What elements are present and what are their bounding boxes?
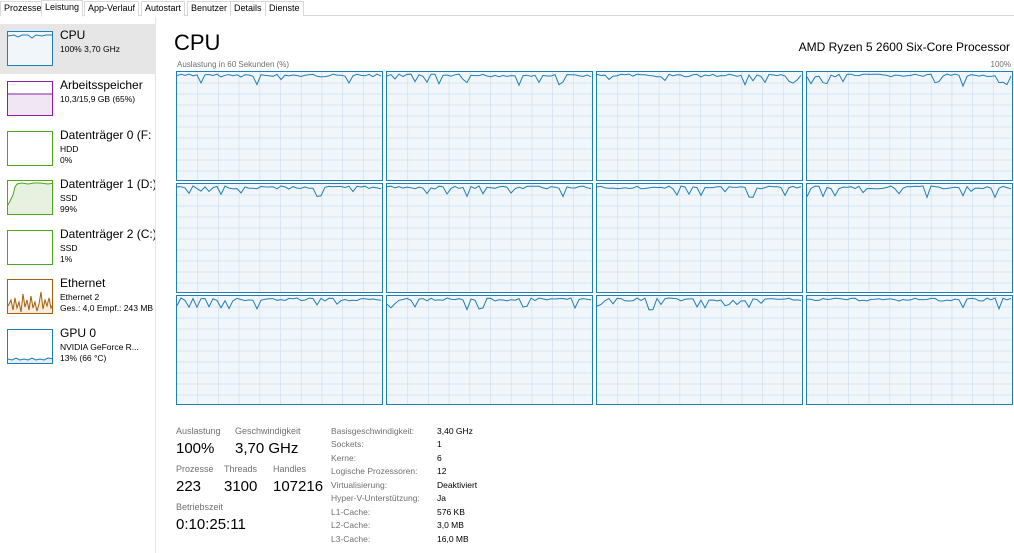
sidebar-item-sub: 10,3/15,9 GB (65%) <box>60 94 136 104</box>
sidebar-item-cpu[interactable]: CPU 100% 3,70 GHz <box>0 24 155 74</box>
sidebar-item-title: Arbeitsspeicher <box>60 78 143 92</box>
sidebar-item-sub: Ges.: 4,0 Empf.: 243 MB <box>60 303 154 313</box>
sidebar-item-gpu-0[interactable]: GPU 0 NVIDIA GeForce R... 13% (66 °C) <box>0 322 155 372</box>
spec-value: 3,0 MB <box>437 520 464 530</box>
sidebar-item-sub: 13% (66 °C) <box>60 353 107 363</box>
speed-label: Geschwindigkeit <box>235 426 301 436</box>
sidebar: CPU 100% 3,70 GHz Arbeitsspeicher 10,3/1… <box>0 17 156 553</box>
sidebar-item-datentraeger-1[interactable]: Datenträger 1 (D:) SSD 99% <box>0 173 155 223</box>
spec-value: 1 <box>437 439 442 449</box>
logical-processor-graph <box>806 183 1013 293</box>
sidebar-item-title: Datenträger 0 (F: G <box>60 128 155 142</box>
spec-label: Hyper-V-Unterstützung: <box>331 493 420 503</box>
tab-details[interactable]: Details <box>230 1 266 16</box>
tab-benutzer[interactable]: Benutzer <box>187 1 232 16</box>
spec-label: L3-Cache: <box>331 534 371 544</box>
spec-value: 576 KB <box>437 507 465 517</box>
threads-value: 3100 <box>224 478 258 495</box>
tab-app-verlauf[interactable]: App-Verlauf <box>84 1 140 16</box>
sidebar-item-sub: 100% 3,70 GHz <box>60 44 121 54</box>
sidebar-item-sub: HDD <box>60 144 79 154</box>
sidebar-item-datentraeger-2[interactable]: Datenträger 2 (C:) SSD 1% <box>0 223 155 273</box>
spec-label: Logische Prozessoren: <box>331 466 418 476</box>
spec-label: Virtualisierung: <box>331 480 388 490</box>
processor-name: AMD Ryzen 5 2600 Six-Core Processor <box>798 40 1010 54</box>
disk0-thumbnail-graph <box>7 131 53 166</box>
cpu-thumbnail-line <box>8 32 52 65</box>
logical-processor-graph <box>806 295 1013 405</box>
memory-thumbnail-fill <box>8 93 52 115</box>
handles-label: Handles <box>273 464 307 474</box>
disk1-thumbnail-graph <box>7 180 53 215</box>
tab-dienste[interactable]: Dienste <box>265 1 304 16</box>
logical-processor-graph <box>176 183 383 293</box>
logical-processor-graph <box>596 183 803 293</box>
ethernet-thumbnail-graph <box>7 279 53 314</box>
logical-processor-graph <box>806 71 1013 181</box>
uptime-label: Betriebszeit <box>176 502 224 512</box>
spec-value: Ja <box>437 493 446 503</box>
spec-label: Basisgeschwindigkeit: <box>331 426 415 436</box>
spec-value: 6 <box>437 453 442 463</box>
utilization-label: Auslastung <box>176 426 221 436</box>
page-title: CPU <box>174 30 221 55</box>
spec-value: 16,0 MB <box>437 534 469 544</box>
logical-processor-graphs <box>176 71 1013 407</box>
spec-value: 12 <box>437 466 447 476</box>
graph-label: Auslastung in 60 Sekunden (%) <box>177 60 290 69</box>
spec-value: Deaktiviert <box>437 480 478 490</box>
logical-processor-graph <box>176 71 383 181</box>
gpu-thumbnail-line <box>8 357 52 363</box>
uptime-value: 0:10:25:11 <box>176 516 246 533</box>
cpu-thumbnail-graph <box>7 31 53 66</box>
sidebar-item-title: Datenträger 1 (D:) <box>60 177 155 191</box>
sidebar-item-sub: 1% <box>60 254 73 264</box>
sidebar-item-sub: 0% <box>60 155 73 165</box>
logical-processor-graph <box>386 183 593 293</box>
tab-autostart[interactable]: Autostart <box>141 1 186 16</box>
processes-label: Prozesse <box>176 464 214 474</box>
sidebar-item-sub: SSD <box>60 193 78 203</box>
utilization-value: 100% <box>176 440 215 457</box>
gpu-thumbnail-graph <box>7 329 53 364</box>
sidebar-item-ethernet[interactable]: Ethernet Ethernet 2 Ges.: 4,0 Empf.: 243… <box>0 272 155 322</box>
speed-value: 3,70 GHz <box>235 440 299 457</box>
logical-processor-graph <box>386 295 593 405</box>
logical-processor-graph <box>596 71 803 181</box>
logical-processor-graph <box>386 71 593 181</box>
sidebar-item-title: GPU 0 <box>60 326 97 340</box>
threads-label: Threads <box>224 464 258 474</box>
spec-value: 3,40 GHz <box>437 426 473 436</box>
processes-value: 223 <box>176 478 202 495</box>
tab-bar: Prozesse Leistung App-Verlauf Autostart … <box>0 0 1014 17</box>
sidebar-item-title: CPU <box>60 28 86 42</box>
spec-label: Kerne: <box>331 453 357 463</box>
disk2-thumbnail-graph <box>7 230 53 265</box>
disk1-thumbnail-fill <box>8 182 52 214</box>
ethernet-thumbnail-line <box>8 291 52 313</box>
sidebar-item-sub: 99% <box>60 204 78 214</box>
logical-processor-graph <box>596 295 803 405</box>
sidebar-item-sub: NVIDIA GeForce R... <box>60 342 139 352</box>
graph-max-label: 100% <box>990 60 1011 69</box>
spec-label: L1-Cache: <box>331 507 371 517</box>
sidebar-item-sub: Ethernet 2 <box>60 292 100 302</box>
spec-label: Sockets: <box>331 439 364 449</box>
sidebar-item-title: Datenträger 2 (C:) <box>60 227 155 241</box>
tab-prozesse[interactable]: Prozesse <box>0 1 46 16</box>
logical-processor-graph <box>176 295 383 405</box>
memory-thumbnail-graph <box>7 81 53 116</box>
sidebar-item-title: Ethernet <box>60 276 106 290</box>
handles-value: 107216 <box>273 478 324 495</box>
sidebar-item-datentraeger-0[interactable]: Datenträger 0 (F: G HDD 0% <box>0 124 155 174</box>
spec-label: L2-Cache: <box>331 520 371 530</box>
sidebar-item-arbeitsspeicher[interactable]: Arbeitsspeicher 10,3/15,9 GB (65%) <box>0 74 155 124</box>
tab-leistung[interactable]: Leistung <box>41 0 84 17</box>
sidebar-item-sub: SSD <box>60 243 78 253</box>
